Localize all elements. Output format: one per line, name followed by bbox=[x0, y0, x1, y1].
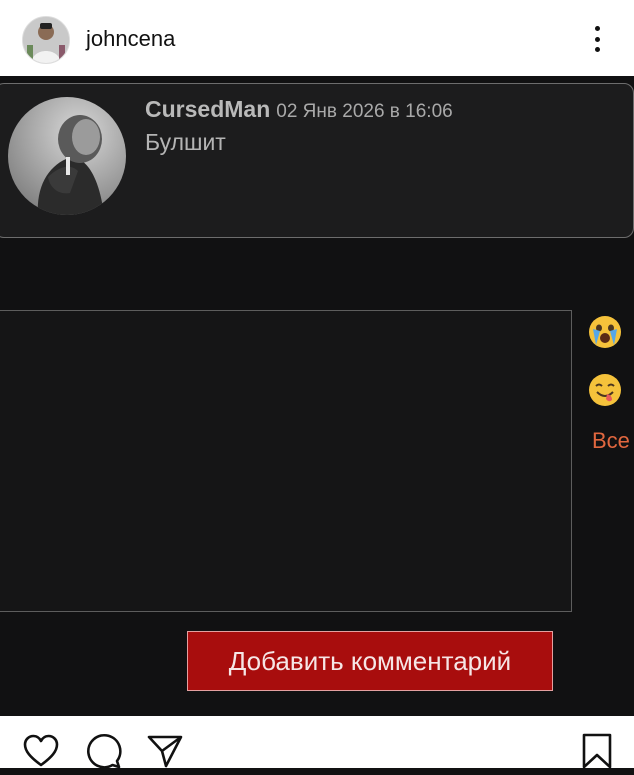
heart-icon[interactable] bbox=[22, 732, 60, 770]
comment-input[interactable] bbox=[0, 310, 572, 612]
post-header: johncena bbox=[0, 0, 634, 76]
more-options-button[interactable] bbox=[584, 22, 610, 56]
profile-avatar[interactable] bbox=[22, 16, 70, 64]
more-dot bbox=[594, 26, 600, 31]
post-actions-bar bbox=[0, 716, 634, 770]
tongue-face-emoji[interactable] bbox=[588, 373, 622, 407]
comment-author-name[interactable]: CursedMan bbox=[145, 96, 270, 122]
share-icon[interactable] bbox=[146, 732, 184, 770]
profile-username[interactable]: johncena bbox=[86, 26, 175, 52]
comment-date: 02 Янв 2026 в 16:06 bbox=[276, 101, 453, 122]
crying-face-emoji[interactable] bbox=[588, 315, 622, 349]
comment-header: CursedMan 02 Янв 2026 в 16:06 bbox=[145, 96, 453, 123]
comment-author-avatar[interactable] bbox=[8, 97, 126, 215]
more-dot bbox=[594, 36, 600, 42]
add-comment-button[interactable]: Добавить комментарий bbox=[187, 631, 553, 691]
more-dot bbox=[594, 47, 600, 52]
bookmark-icon[interactable] bbox=[578, 732, 616, 770]
all-emoji-link[interactable]: Все bbox=[592, 428, 630, 454]
comment-text: Булшит bbox=[145, 129, 226, 155]
comment-icon[interactable] bbox=[84, 732, 122, 770]
